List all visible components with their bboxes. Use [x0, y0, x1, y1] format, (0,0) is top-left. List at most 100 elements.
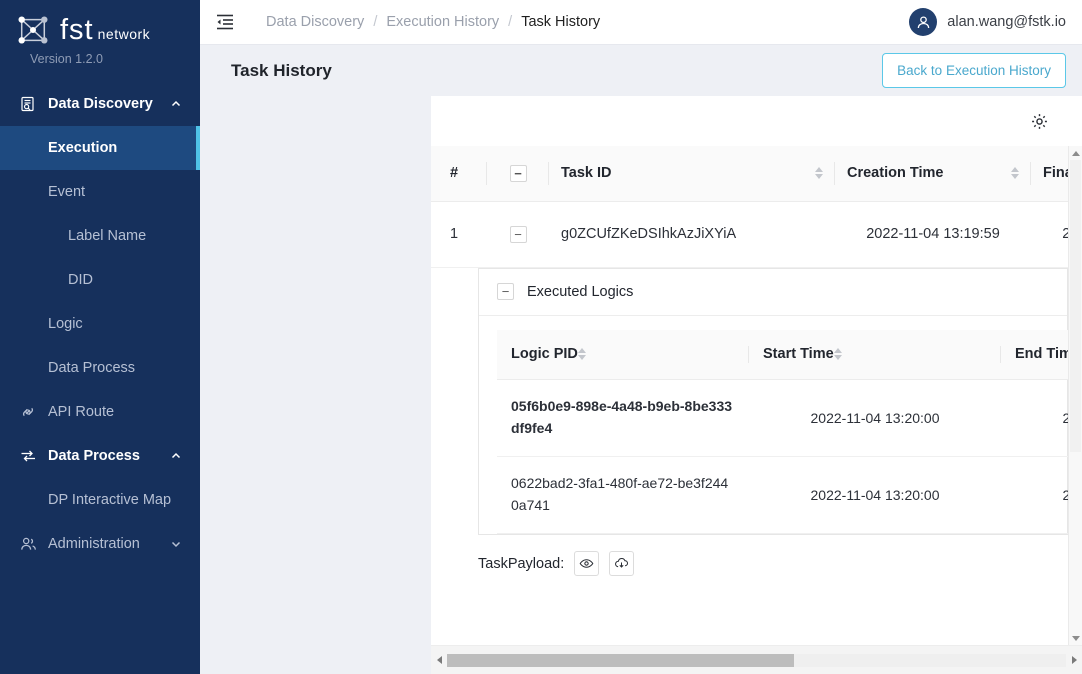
user-menu[interactable]: alan.wang@fstk.io [909, 8, 1066, 36]
user-email-label: alan.wang@fstk.io [947, 14, 1066, 30]
sort-toggle-icon[interactable] [834, 348, 842, 360]
breadcrumb-item-execution-history[interactable]: Execution History [386, 14, 499, 30]
column-header-finalisation-time[interactable]: Finalisation Time [1031, 146, 1068, 201]
collapse-all-button[interactable]: − [510, 165, 527, 182]
brand-name: fst network [60, 16, 150, 45]
cell-expand: − [487, 201, 549, 267]
column-label: Task ID [561, 165, 612, 181]
executed-logics-table-body: 05f6b0e9-898e-4a48-b9eb-8be333df9fe4 202… [497, 380, 1068, 534]
sort-toggle-icon[interactable] [1011, 167, 1019, 179]
sidebar-item-did[interactable]: DID [0, 258, 200, 302]
breadcrumb-item-data-discovery[interactable]: Data Discovery [266, 14, 364, 30]
logic-pid-value: 0622bad2-3fa1-480f-ae72-be3f2440a741 [511, 473, 735, 516]
sidebar-item-label: Execution [48, 140, 117, 156]
vertical-scroll-track[interactable] [1069, 160, 1082, 631]
cell-start-time: 2022-11-04 13:20:00 [749, 457, 1001, 534]
sidebar-item-label: DID [68, 272, 93, 288]
user-avatar-icon [909, 8, 937, 36]
vertical-scroll-thumb[interactable] [1070, 160, 1081, 452]
sidebar-item-label-name[interactable]: Label Name [0, 214, 200, 258]
sidebar-item-event[interactable]: Event [0, 170, 200, 214]
main-pane: Data Discovery / Execution History / Tas… [200, 0, 1082, 674]
cell-end-time: 2022-11-04 13:20:00 [1001, 457, 1068, 534]
column-header-logic-pid[interactable]: Logic PID [497, 330, 749, 380]
horizontal-scroll-thumb[interactable] [447, 654, 794, 667]
sidebar-item-label: API Route [48, 404, 114, 420]
page-title-row: Task History Back to Execution History [200, 45, 1082, 96]
breadcrumb-item-task-history: Task History [521, 14, 600, 30]
column-label: Start Time [763, 346, 834, 362]
cell-logic-pid: 0622bad2-3fa1-480f-ae72-be3f2440a741 [497, 457, 749, 534]
expanded-row-detail: − Executed Logics Logic PID [431, 268, 1068, 577]
sidebar-item-data-process[interactable]: Data Process [0, 434, 200, 478]
eye-icon[interactable] [574, 551, 599, 576]
page-title: Task History [231, 61, 332, 81]
chevron-down-icon [170, 538, 182, 550]
table-row[interactable]: 05f6b0e9-898e-4a48-b9eb-8be333df9fe4 202… [497, 380, 1068, 457]
chevron-up-icon [170, 450, 182, 462]
api-route-icon [18, 403, 38, 421]
cell-end-time: 2022-11-04 13:20:00 [1001, 380, 1068, 457]
task-payload-label: TaskPayload: [478, 556, 564, 572]
sidebar-item-label: Label Name [68, 228, 146, 244]
administration-icon [18, 535, 38, 553]
brand-block: fst network Version 1.2.0 [0, 0, 200, 66]
brand-name-secondary: network [98, 27, 151, 41]
table-row[interactable]: 1 − g0ZCUfZKeDSIhkAzJiXYiA 2022-11-04 13… [431, 201, 1068, 267]
gear-icon[interactable] [1026, 108, 1052, 134]
scroll-left-button[interactable] [431, 656, 447, 664]
executed-logics-toggle-button[interactable]: − [497, 283, 514, 300]
sidebar-item-data-process-sub[interactable]: Data Process [0, 346, 200, 390]
brand-name-primary: fst [60, 16, 94, 45]
table-row[interactable]: 0622bad2-3fa1-480f-ae72-be3f2440a741 202… [497, 457, 1068, 534]
sidebar-item-label: Event [48, 184, 85, 200]
cell-logic-pid: 05f6b0e9-898e-4a48-b9eb-8be333df9fe4 [497, 380, 749, 457]
executed-logics-header: − Executed Logics [479, 269, 1067, 316]
network-nodes-icon [14, 14, 52, 46]
menu-collapse-icon[interactable] [214, 11, 236, 33]
table-header-row: Logic PID Start Time [497, 330, 1068, 380]
data-process-icon [18, 447, 38, 465]
chevron-up-icon [170, 98, 182, 110]
scroll-down-button[interactable] [1069, 631, 1082, 645]
horizontal-scroll-track[interactable] [447, 654, 1066, 667]
cell-index: 1 [431, 201, 487, 267]
scroll-up-button[interactable] [1069, 146, 1082, 160]
logic-pid-value: 05f6b0e9-898e-4a48-b9eb-8be333df9fe4 [511, 396, 735, 439]
topbar: Data Discovery / Execution History / Tas… [200, 0, 1082, 45]
sidebar-item-logic[interactable]: Logic [0, 302, 200, 346]
cell-finalisation-time: 2022-11-04 13:20:00 [1031, 201, 1068, 267]
sidebar-item-execution[interactable]: Execution [0, 126, 200, 170]
sort-toggle-icon[interactable] [815, 167, 823, 179]
task-table-body: 1 − g0ZCUfZKeDSIhkAzJiXYiA 2022-11-04 13… [431, 201, 1068, 267]
cloud-download-icon[interactable] [609, 551, 634, 576]
data-discovery-icon [18, 95, 38, 113]
sidebar-item-label: Data Process [48, 448, 140, 464]
sidebar-item-label: Logic [48, 316, 83, 332]
sidebar-item-administration[interactable]: Administration [0, 522, 200, 566]
sidebar-item-label: Data Process [48, 360, 135, 376]
task-payload-row: TaskPayload: [478, 535, 1068, 576]
table-header-row: # − Task ID [431, 146, 1068, 201]
back-to-execution-history-button[interactable]: Back to Execution History [882, 53, 1066, 88]
column-header-task-id[interactable]: Task ID [549, 146, 835, 201]
table-scroll-area: # − Task ID [431, 146, 1068, 645]
sidebar-item-data-discovery[interactable]: Data Discovery [0, 82, 200, 126]
sidebar-item-label: Administration [48, 536, 140, 552]
sort-toggle-icon[interactable] [578, 348, 586, 360]
executed-logics-body: Logic PID Start Time [479, 316, 1067, 535]
app-root: fst network Version 1.2.0 Data Disco [0, 0, 1082, 674]
breadcrumb-separator: / [373, 14, 377, 30]
row-collapse-button[interactable]: − [510, 226, 527, 243]
column-header-start-time[interactable]: Start Time [749, 330, 1001, 380]
sidebar-item-dp-interactive-map[interactable]: DP Interactive Map [0, 478, 200, 522]
cell-task-id: g0ZCUfZKeDSIhkAzJiXYiA [549, 201, 835, 267]
column-header-index: # [431, 146, 487, 201]
sidebar-item-label: DP Interactive Map [48, 492, 171, 508]
horizontal-scrollbar[interactable] [431, 645, 1082, 674]
column-header-creation-time[interactable]: Creation Time [835, 146, 1031, 201]
vertical-scrollbar[interactable] [1068, 146, 1082, 645]
column-header-expand: − [487, 146, 549, 201]
scroll-right-button[interactable] [1066, 656, 1082, 664]
sidebar-item-api-route[interactable]: API Route [0, 390, 200, 434]
